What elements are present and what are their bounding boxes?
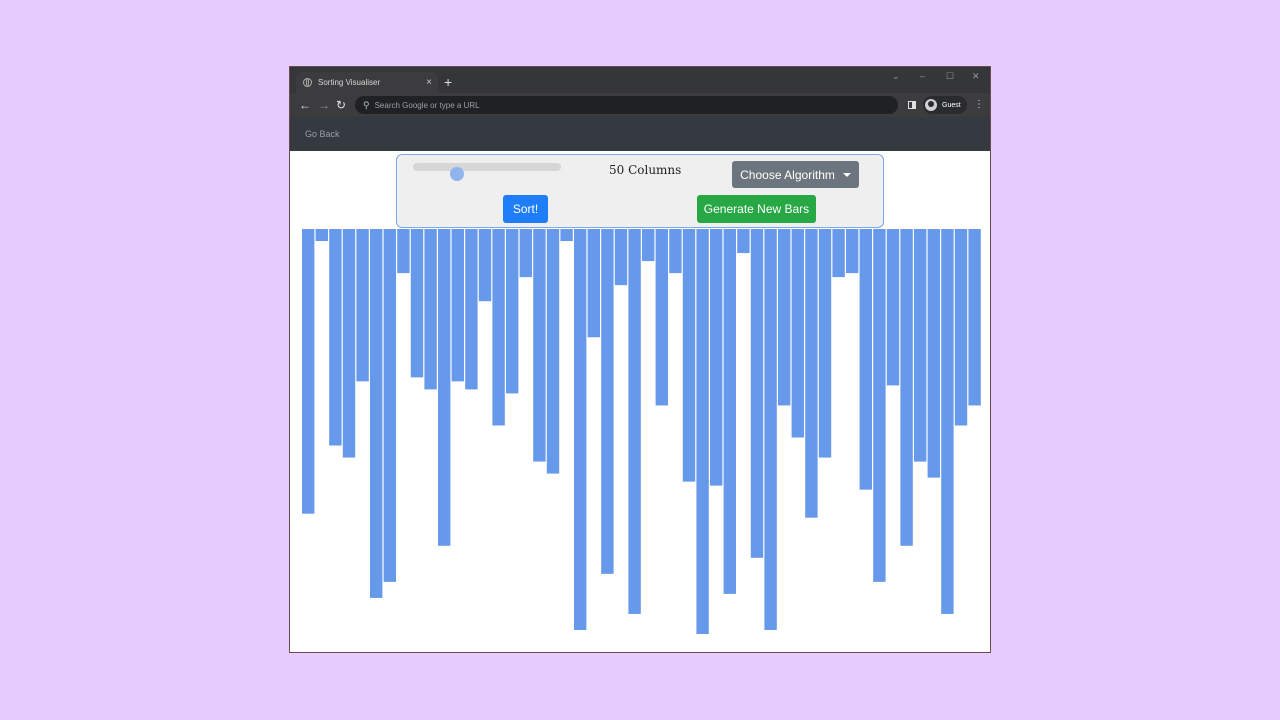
bar-10 [424, 229, 437, 390]
bar-1 [302, 229, 315, 514]
app-navbar: Go Back [290, 117, 990, 151]
browser-toolbar: ← → ↻ ⚲ Search Google or type a URL Gues… [290, 93, 990, 117]
bar-11 [438, 229, 451, 546]
bar-35 [764, 229, 777, 630]
bar-20 [560, 229, 573, 242]
bar-19 [546, 229, 560, 474]
sort-button[interactable]: Sort! [503, 195, 548, 223]
maximize-icon[interactable]: ☐ [946, 71, 954, 82]
bar-24 [614, 229, 628, 286]
bar-5 [356, 229, 369, 382]
reload-icon[interactable]: ↻ [336, 97, 346, 113]
bar-2 [315, 229, 328, 242]
column-count-slider[interactable] [413, 163, 561, 181]
bar-23 [601, 229, 614, 574]
caret-down-icon [842, 172, 851, 177]
minimize-icon[interactable]: – [920, 71, 925, 81]
sort-label: Sort! [512, 202, 539, 216]
generate-new-bars-button[interactable]: Generate New Bars [697, 195, 816, 223]
profile-icon [925, 99, 937, 111]
bar-22 [587, 229, 600, 338]
bar-29 [682, 229, 696, 482]
globe-icon [303, 78, 312, 87]
bar-8 [397, 229, 410, 274]
bar-18 [533, 229, 546, 462]
bar-48 [941, 229, 954, 614]
bar-32 [723, 229, 736, 594]
bar-28 [669, 229, 682, 274]
bar-15 [492, 229, 505, 426]
bar-40 [832, 229, 845, 278]
side-panel-icon[interactable] [908, 101, 916, 109]
bar-4 [342, 229, 356, 458]
back-arrow-icon[interactable]: ← [299, 97, 311, 113]
bar-3 [329, 229, 342, 446]
choose-algorithm-dropdown[interactable]: Choose Algorithm [732, 161, 859, 188]
bar-43 [873, 229, 886, 582]
bar-50 [968, 229, 981, 406]
bar-9 [410, 229, 424, 378]
bar-42 [859, 229, 872, 490]
address-placeholder: Search Google or type a URL [374, 100, 480, 110]
bar-46 [914, 229, 927, 462]
bar-47 [927, 229, 940, 478]
slider-thumb[interactable] [450, 167, 465, 181]
search-icon: ⚲ [363, 99, 370, 110]
address-bar[interactable]: ⚲ Search Google or type a URL [355, 96, 898, 114]
profile-button[interactable]: Guest [923, 96, 967, 114]
tab-strip: Sorting Visualiser × + ⌄ – ☐ ✕ [290, 67, 990, 93]
bar-17 [519, 229, 532, 278]
new-tab-button[interactable]: + [444, 72, 452, 92]
browser-window: Sorting Visualiser × + ⌄ – ☐ ✕ ← → ↻ ⚲ S… [290, 67, 990, 652]
bar-33 [737, 229, 750, 254]
bar-13 [465, 229, 478, 390]
forward-arrow-icon[interactable]: → [318, 97, 330, 113]
bar-21 [574, 229, 587, 630]
bar-25 [628, 229, 641, 614]
algorithm-label: Choose Algorithm [740, 167, 835, 182]
columns-count-label: 50 Columns [609, 163, 682, 177]
bar-16 [506, 229, 519, 394]
bar-45 [900, 229, 913, 546]
bar-39 [818, 229, 832, 458]
profile-label: Guest [942, 101, 961, 109]
bar-26 [642, 229, 655, 262]
tab-search-icon[interactable]: ⌄ [892, 71, 900, 82]
bar-44 [886, 229, 900, 386]
controls-panel: 50 Columns Choose Algorithm Sort! Genera… [396, 154, 884, 228]
tab-title: Sorting Visualiser [318, 78, 381, 87]
bar-36 [778, 229, 791, 406]
bar-34 [750, 229, 764, 558]
bar-41 [846, 229, 859, 274]
more-menu-icon[interactable]: ⋮ [974, 98, 984, 112]
bar-7 [383, 229, 396, 582]
bar-31 [710, 229, 723, 486]
bars-area [290, 229, 990, 652]
generate-label: Generate New Bars [703, 202, 810, 216]
bar-37 [791, 229, 804, 438]
bar-12 [451, 229, 464, 382]
bar-27 [655, 229, 668, 406]
bar-14 [478, 229, 492, 302]
bar-6 [370, 229, 383, 598]
go-back-link[interactable]: Go Back [305, 129, 340, 139]
bar-49 [954, 229, 968, 426]
bar-38 [805, 229, 818, 518]
tab-close-icon[interactable]: × [426, 77, 432, 88]
close-window-icon[interactable]: ✕ [972, 71, 980, 82]
browser-tab[interactable]: Sorting Visualiser × [296, 72, 438, 93]
bars-svg [302, 229, 981, 634]
bar-30 [696, 229, 709, 634]
